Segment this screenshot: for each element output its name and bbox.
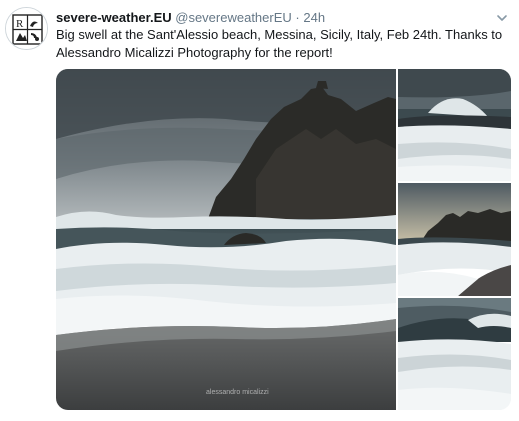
tweet-text: Big swell at the Sant'Alessio beach, Mes… xyxy=(56,27,503,60)
photo-thumbnail-2[interactable] xyxy=(398,183,511,296)
avatar-letter: R xyxy=(16,18,24,30)
photo-watermark: alessandro micalizzi xyxy=(206,389,269,396)
avatar[interactable]: R xyxy=(5,7,48,50)
user-handle[interactable]: @severeweatherEU xyxy=(175,10,292,25)
photo-thumbnail-3[interactable] xyxy=(398,298,511,410)
photo-main[interactable]: alessandro micalizzi xyxy=(56,69,396,410)
photo-thumbnail-1[interactable] xyxy=(398,69,511,181)
timestamp[interactable]: 24h xyxy=(303,10,325,25)
tweet-header: severe-weather.EU @severeweatherEU · 24h xyxy=(56,9,325,26)
media-grid[interactable]: alessandro micalizzi xyxy=(56,69,511,410)
chevron-down-icon[interactable] xyxy=(496,11,508,23)
separator: · xyxy=(295,10,300,25)
display-name[interactable]: severe-weather.EU xyxy=(56,10,172,25)
tweet[interactable]: R severe-weather.EU @severeweatherEU · 2… xyxy=(0,0,519,421)
